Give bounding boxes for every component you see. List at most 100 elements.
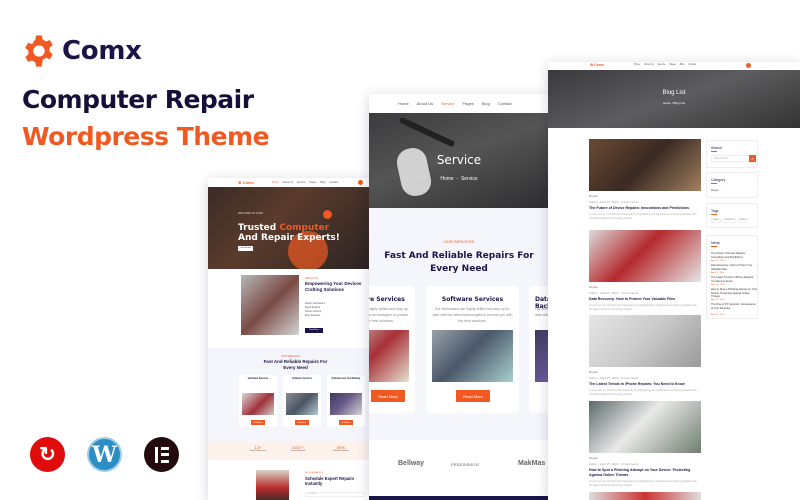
schedule-title: Schedule Expert Repairs Instantly: [305, 476, 355, 486]
breadcrumb-home[interactable]: Home: [440, 176, 453, 182]
news-link[interactable]: How to Spot a Phishing Attempt on Your D…: [711, 288, 757, 299]
mini-logo: ⚙ Comx: [590, 63, 604, 67]
headline-line-2: Wordpress Theme: [22, 122, 270, 151]
read-more-button[interactable]: Read More: [251, 420, 265, 425]
nav-item[interactable]: Home: [272, 181, 279, 184]
nav-item[interactable]: Pages: [462, 101, 473, 106]
tag[interactable]: Office: [711, 218, 721, 223]
post-image[interactable]: [589, 315, 701, 367]
nav-item[interactable]: Service: [658, 64, 666, 66]
hero-banner: WELCOME TO COMX Trusted Computer And Rep…: [208, 187, 373, 269]
nav-item[interactable]: Home: [634, 64, 640, 66]
cart-button[interactable]: [746, 63, 751, 68]
partner-logos: Bellway PERSIMMON MakMas: [369, 440, 549, 496]
post-title[interactable]: How to Spot a Phishing Attempt on Your D…: [589, 468, 701, 478]
post-title[interactable]: The Latest Trends in iPhone Repairs: You…: [589, 382, 701, 387]
nav-item[interactable]: Blog: [320, 181, 325, 184]
about-read-more-button[interactable]: Read More: [305, 328, 323, 333]
partner-logo: Bellway: [398, 460, 425, 467]
nav-item[interactable]: Service: [297, 181, 305, 184]
service-image: [432, 330, 513, 382]
get-started-button[interactable]: Get Started: [238, 246, 253, 251]
service-image: [286, 393, 318, 415]
headline-line-1: Computer Repair: [22, 85, 254, 114]
partner-logo: PERSIMMON: [451, 462, 479, 467]
technician-photo: [241, 275, 299, 335]
search-icon[interactable]: ⌕: [749, 155, 756, 162]
nav-item[interactable]: Pages: [669, 64, 676, 66]
post-image[interactable]: [589, 401, 701, 453]
nav-item[interactable]: Blog: [680, 64, 685, 66]
news-link[interactable]: The Rise of PC Services: Convenience at …: [711, 303, 757, 310]
service-page-mockup: Home About Us Service Pages Blog Contact…: [369, 94, 549, 500]
news-widget: News The Future of Device Repairs: Innov…: [706, 235, 758, 319]
category-widget: Category Repair: [706, 172, 758, 198]
compatibility-badges: ↻ W: [30, 437, 179, 472]
read-more-button[interactable]: Read More: [371, 390, 405, 402]
nav-item[interactable]: Blog: [482, 101, 490, 106]
post-image[interactable]: [589, 139, 701, 191]
service-card: Hardware Services Read More: [239, 375, 277, 427]
blog-post: Repair Admin · April 27, 2024 · 0 Commen…: [589, 139, 701, 220]
home-page-mockup: ⚙ Comx Home About Us Service Pages Blog …: [208, 178, 373, 500]
partner-logo: MakMas: [518, 460, 546, 467]
nav-item[interactable]: About Us: [283, 181, 293, 184]
search-input[interactable]: Search Here: [711, 155, 751, 162]
footer: [369, 496, 549, 500]
nav-item[interactable]: Contact: [498, 101, 512, 106]
home-nav: Home About Us Service Pages Blog Contact: [272, 181, 338, 184]
brand-logo[interactable]: Comx: [22, 34, 142, 68]
nav-item[interactable]: About Us: [644, 64, 653, 66]
blog-post: Repair Admin · April 27, 2024 · 0 Commen…: [589, 401, 701, 487]
service-image: [369, 330, 409, 382]
service-hero-title: Service: [436, 153, 482, 167]
tag[interactable]: Repair: [738, 218, 749, 223]
blog-hero-title: Blog List: [662, 90, 686, 96]
read-more-button[interactable]: Read More: [339, 420, 353, 425]
elementor-icon: [144, 437, 179, 472]
news-link[interactable]: The Latest Trends in iPhone Repairs: You…: [711, 276, 757, 283]
news-link[interactable]: The Future of Device Repairs: Innovation…: [711, 252, 757, 259]
service-image: [242, 393, 274, 415]
read-more-button[interactable]: Read More: [456, 390, 490, 402]
name-input[interactable]: Your Name: [305, 492, 365, 497]
tag[interactable]: Hardware: [723, 218, 737, 223]
nav-item-active[interactable]: Service: [441, 101, 454, 106]
post-image[interactable]: [589, 492, 701, 500]
services-title: Fast And Reliable Repairs For Every Need: [263, 359, 328, 370]
blog-page-mockup: ⚙ Comx Home About Us Service Pages Blog …: [548, 62, 800, 500]
about-eyebrow: ABOUT US: [305, 277, 318, 280]
breadcrumb: Home / Blog List: [662, 101, 686, 105]
stat: 13+ Years Of Experience: [249, 445, 267, 452]
read-more-button[interactable]: Read More: [295, 420, 309, 425]
blog-hero: [548, 70, 800, 128]
service-card: Data Recover And Backup Read More: [327, 375, 365, 427]
service-nav: Home About Us Service Pages Blog Contact: [398, 101, 512, 106]
nav-item[interactable]: Pages: [309, 181, 316, 184]
mini-logo: ⚙ Comx: [238, 180, 254, 185]
gear-icon: [25, 35, 53, 67]
schedule-eyebrow: BOOK A SERVICE: [305, 472, 324, 474]
service-image: [535, 330, 549, 382]
nav-item[interactable]: Contact: [688, 64, 696, 66]
nav-item[interactable]: Home: [398, 101, 409, 106]
play-button[interactable]: [323, 210, 332, 219]
news-link[interactable]: Data Recovery: How to Protect Your Valua…: [711, 264, 757, 271]
blog-post: Repair Admin · April 27, 2024 · 0 Commen…: [589, 230, 701, 311]
service-topnav: Home About Us Service Pages Blog Contact: [369, 94, 549, 113]
nav-item[interactable]: About Us: [417, 101, 433, 106]
category-link[interactable]: Repair: [711, 189, 719, 192]
nav-item[interactable]: Contact: [329, 181, 338, 184]
post-image[interactable]: [589, 230, 701, 282]
wordpress-icon: W: [87, 437, 122, 472]
blog-topnav: ⚙ Comx Home About Us Service Pages Blog …: [548, 62, 800, 70]
services-eyebrow: OUR SERVICES: [281, 355, 300, 358]
post-title[interactable]: Data Recovery: How to Protect Your Valua…: [589, 297, 701, 302]
service-image: [330, 393, 362, 415]
tags-widget: Tags Office Hardware Repair: [706, 203, 758, 228]
blog-nav: Home About Us Service Pages Blog Contact: [634, 64, 696, 66]
service-card: Data Recover And Backup Our technicians …: [529, 286, 549, 413]
cart-button[interactable]: [358, 180, 363, 185]
post-title[interactable]: The Future of Device Repairs: Innovation…: [589, 206, 701, 211]
blog-post: Repair Admin · April 27, 2024 · 0 Commen…: [589, 315, 701, 396]
